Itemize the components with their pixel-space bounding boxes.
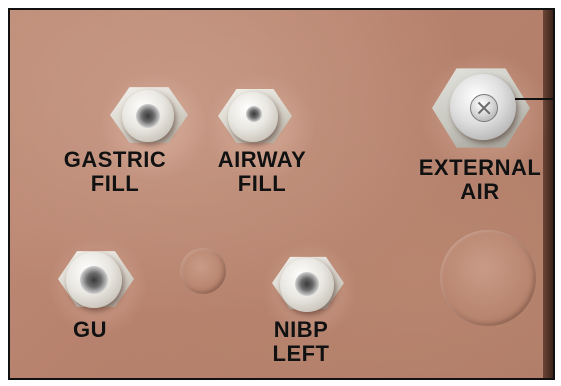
airway-fill-label: AIRWAY FILL (217, 147, 307, 196)
external-air-label: EXTERNAL AIR (418, 155, 542, 204)
nibp-left-port (295, 272, 319, 296)
gu-port (80, 266, 108, 294)
gastric-fill-port (136, 104, 160, 128)
nibp-left-label: NIBP LEFT (272, 317, 330, 366)
external-air-leader-line (515, 98, 555, 100)
blank-port-right (440, 230, 536, 326)
external-air-leader-tick (553, 88, 555, 102)
blank-port-center (180, 248, 226, 294)
gastric-fill-label: GASTRIC FILL (63, 147, 167, 196)
airway-fill-port (246, 106, 262, 122)
gu-label: GU (73, 317, 107, 342)
external-air-screw-icon (470, 94, 498, 122)
